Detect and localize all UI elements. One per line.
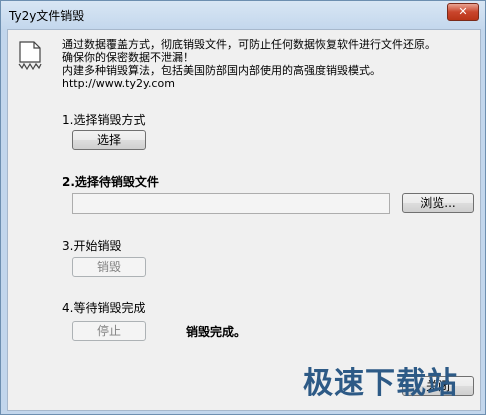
description-line: 通过数据覆盖方式，彻底销毁文件，可防止任何数据恢复软件进行文件还原。 (62, 38, 436, 51)
shred-button[interactable]: 销毁 (72, 257, 146, 277)
app-window: Ty2y文件销毁 ✕ 通过数据覆盖方式，彻底销毁文件，可防止任何数据恢复软件进行… (0, 0, 486, 415)
website-link[interactable]: http://www.ty2y.com (62, 77, 472, 90)
step2-label: 2.选择待销毁文件 (62, 175, 159, 189)
watermark-text: 极速下载站 (303, 366, 458, 401)
step4-label: 4.等待销毁完成 (62, 301, 146, 315)
status-text: 销毁完成。 (186, 325, 247, 339)
select-method-button[interactable]: 选择 (72, 130, 146, 150)
description-line: 内建多种销毁算法，包括美国防部国内部使用的高强度销毁模式。 (62, 64, 381, 77)
description-line: 确保你的保密数据不泄漏！ (62, 51, 194, 64)
window-title: Ty2y文件销毁 (9, 9, 85, 23)
browse-button[interactable]: 浏览... (402, 193, 474, 213)
document-shred-icon (18, 41, 42, 71)
dialog-body: 通过数据覆盖方式，彻底销毁文件，可防止任何数据恢复软件进行文件还原。 确保你的保… (7, 29, 481, 411)
file-path-input[interactable] (72, 193, 390, 214)
step1-label: 1.选择销毁方式 (62, 113, 146, 127)
title-bar[interactable]: Ty2y文件销毁 ✕ (1, 1, 485, 29)
window-close-button[interactable]: ✕ (447, 3, 479, 21)
watermark-logo: 极速下载站 (303, 358, 458, 402)
description-block: 通过数据覆盖方式，彻底销毁文件，可防止任何数据恢复软件进行文件还原。 确保你的保… (62, 38, 472, 90)
step3-label: 3.开始销毁 (62, 239, 122, 253)
stop-button[interactable]: 停止 (72, 321, 146, 341)
